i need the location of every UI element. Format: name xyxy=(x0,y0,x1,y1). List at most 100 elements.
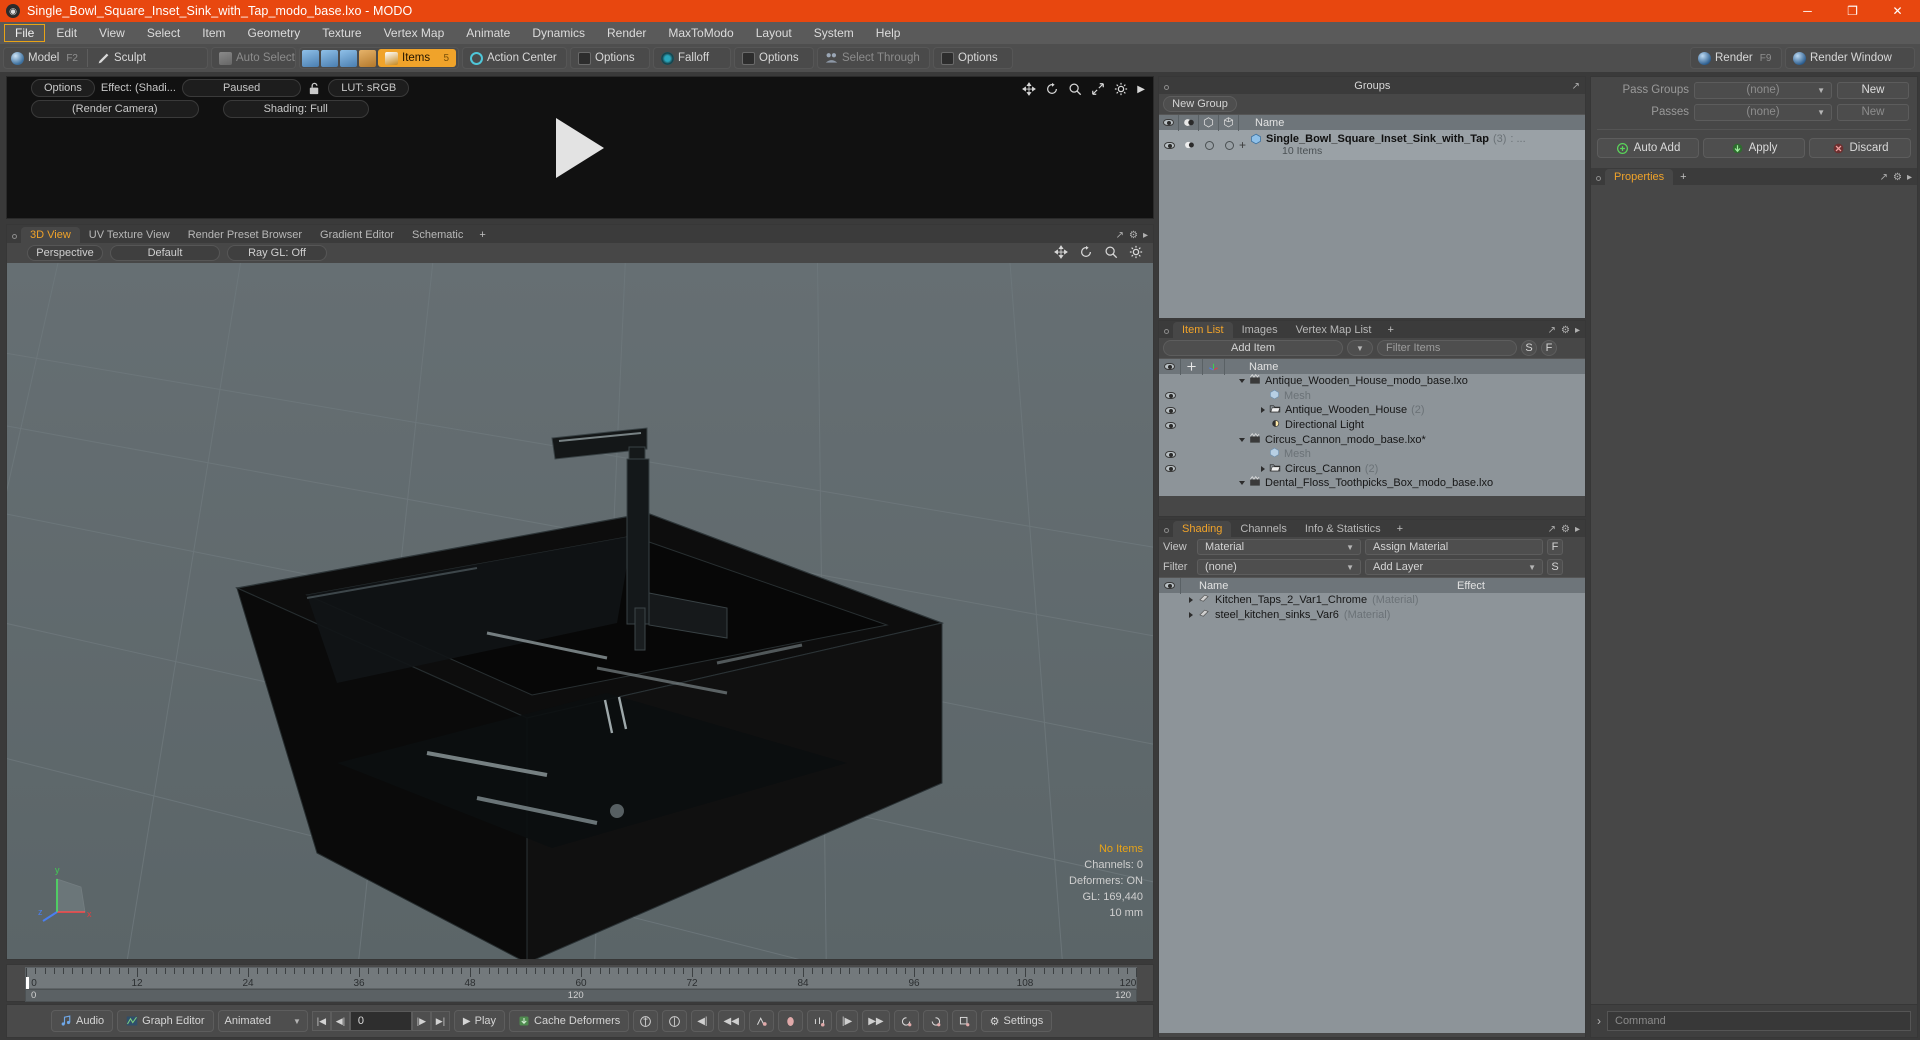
expand-icon-groups[interactable]: ↗ xyxy=(1572,81,1580,92)
item-list-panel-menu-icon[interactable] xyxy=(1164,329,1169,334)
options-button-1[interactable]: Options xyxy=(571,48,642,68)
menu-geometry[interactable]: Geometry xyxy=(237,24,312,42)
tab-shading[interactable]: Shading xyxy=(1173,521,1232,537)
item-list-row[interactable]: Antique_Wooden_House (2) xyxy=(1159,403,1585,418)
zoom-icon[interactable] xyxy=(1068,82,1082,96)
key-delete-button[interactable] xyxy=(662,1010,688,1032)
add-layer-button[interactable]: Add Layer ▼ xyxy=(1365,559,1543,575)
add-item-button[interactable]: Add Item xyxy=(1163,340,1343,356)
step-forward-button[interactable]: |▶ xyxy=(411,1011,431,1031)
gear-icon-item-list[interactable]: ⚙ xyxy=(1561,325,1570,336)
graph-editor-button[interactable]: Graph Editor xyxy=(117,1010,214,1032)
new-group-button[interactable]: New Group xyxy=(1163,96,1237,112)
fit-icon[interactable] xyxy=(1091,82,1105,96)
go-to-start-button[interactable]: |◀ xyxy=(311,1011,331,1031)
collapse-triangle-icon[interactable] xyxy=(1239,379,1245,384)
auto-add-button[interactable]: Auto Add xyxy=(1597,138,1699,158)
menu-maxtomodo[interactable]: MaxToModo xyxy=(657,24,744,42)
item-list-row[interactable]: Dental_Floss_Toothpicks_Box_modo_base.lx… xyxy=(1159,476,1585,491)
passes-select[interactable]: (none) ▼ xyxy=(1694,103,1832,121)
current-frame-field[interactable]: 0 xyxy=(349,1011,412,1031)
pass-groups-new-button[interactable]: New xyxy=(1837,81,1909,99)
zoom-icon-viewport[interactable] xyxy=(1104,245,1118,259)
shading-list-row[interactable]: steel_kitchen_sinks_Var6 (Material) xyxy=(1159,608,1585,623)
tab-add-item-list[interactable]: + xyxy=(1380,322,1400,338)
expand-plus-icon[interactable]: + xyxy=(1239,138,1246,152)
menu-layout[interactable]: Layout xyxy=(745,24,803,42)
menu-system[interactable]: System xyxy=(803,24,865,42)
row-wire-toggle[interactable] xyxy=(1224,140,1234,150)
chevron-right-icon-item-list[interactable]: ▸ xyxy=(1575,325,1580,336)
discard-button[interactable]: Discard xyxy=(1809,138,1911,158)
tab-item-list[interactable]: Item List xyxy=(1173,322,1233,338)
perspective-button[interactable]: Perspective xyxy=(27,245,103,261)
shading-mode-button[interactable]: Shading: Full xyxy=(222,100,369,118)
expand-icon-shading[interactable]: ↗ xyxy=(1548,524,1556,535)
expand-triangle-icon[interactable] xyxy=(1189,597,1193,604)
options-button-3[interactable]: Options xyxy=(934,48,1005,68)
next-key-button[interactable]: |▶ xyxy=(835,1010,859,1032)
gear-icon-viewport-2[interactable] xyxy=(1129,245,1143,259)
select-through-button[interactable]: Select Through xyxy=(818,48,927,68)
tab-add-shading[interactable]: + xyxy=(1390,521,1410,537)
rotate-icon-viewport[interactable] xyxy=(1079,245,1093,259)
menu-vertex-map[interactable]: Vertex Map xyxy=(373,24,456,42)
render-paused-button[interactable]: Paused xyxy=(181,79,302,97)
close-button[interactable]: ✕ xyxy=(1875,0,1920,22)
tab-uv-texture-view[interactable]: UV Texture View xyxy=(80,227,179,243)
action-center-button[interactable]: Action Center xyxy=(463,48,564,68)
tab-properties[interactable]: Properties xyxy=(1605,169,1674,185)
loop-button-1[interactable] xyxy=(893,1010,919,1032)
groups-row[interactable]: + Single_Bowl_Square_Inset_Sink_with_Tap… xyxy=(1159,130,1585,160)
item-list-row[interactable]: Directional Light xyxy=(1159,418,1585,433)
material-mode-icon[interactable] xyxy=(359,49,376,67)
tab-channels[interactable]: Channels xyxy=(1231,521,1295,537)
row-eye-icon[interactable] xyxy=(1164,465,1176,473)
expand-icon[interactable]: ↗ xyxy=(1116,230,1124,241)
animation-mode-select[interactable]: Animated ▼ xyxy=(217,1010,308,1032)
col-render-icon[interactable] xyxy=(1179,114,1199,131)
col-lock-icon-items[interactable] xyxy=(1181,358,1203,375)
timeline-panel[interactable]: 0 12 24 36 48 60 72 84 96 108 120 0 120 120 xyxy=(6,964,1154,1002)
move-icon[interactable] xyxy=(1022,82,1037,96)
expand-triangle-icon[interactable] xyxy=(1189,611,1193,618)
vertex-mode-icon[interactable] xyxy=(302,49,319,67)
chevron-right-icon-properties[interactable]: ▸ xyxy=(1907,172,1912,183)
collapse-triangle-icon[interactable] xyxy=(1239,481,1245,486)
model-mode-button[interactable]: Model F2 xyxy=(4,48,85,68)
prev-key-button-2[interactable]: ◀◀ xyxy=(717,1010,745,1032)
menu-render[interactable]: Render xyxy=(596,24,657,42)
tab-vertex-map-list[interactable]: Vertex Map List xyxy=(1287,322,1381,338)
shading-list-empty-area[interactable] xyxy=(1159,622,1585,1033)
menu-edit[interactable]: Edit xyxy=(45,24,88,42)
item-list-row[interactable]: Circus_Cannon_modo_base.lxo* xyxy=(1159,432,1585,447)
apply-button[interactable]: Apply xyxy=(1703,138,1805,158)
item-list-rows[interactable]: Antique_Wooden_House_modo_base.lxo Mesh An… xyxy=(1159,374,1585,496)
minimize-button[interactable]: ─ xyxy=(1785,0,1830,22)
menu-item[interactable]: Item xyxy=(191,24,236,42)
next-key-button-2[interactable]: ▶▶ xyxy=(862,1010,890,1032)
row-eye-icon[interactable] xyxy=(1164,406,1176,414)
gear-icon-shading[interactable]: ⚙ xyxy=(1561,524,1570,535)
groups-list-body[interactable]: + Single_Bowl_Square_Inset_Sink_with_Tap… xyxy=(1159,130,1585,318)
expand-triangle-icon[interactable] xyxy=(1261,407,1265,414)
loop-button-2[interactable] xyxy=(922,1010,948,1032)
key-create-button[interactable] xyxy=(633,1010,659,1032)
auto-select-button[interactable]: Auto Select xyxy=(212,48,302,68)
col-eye-icon-shading[interactable] xyxy=(1159,577,1181,594)
maximize-button[interactable]: ❐ xyxy=(1830,0,1875,22)
col-eye-icon-items[interactable] xyxy=(1159,358,1181,375)
gear-icon-properties[interactable]: ⚙ xyxy=(1893,172,1902,183)
falloff-button[interactable]: Falloff xyxy=(654,48,716,68)
audio-button[interactable]: Audio xyxy=(51,1010,114,1032)
cache-deformers-button[interactable]: Cache Deformers xyxy=(509,1010,630,1032)
filter-f-button[interactable]: F xyxy=(1541,340,1557,356)
options-button-2[interactable]: Options xyxy=(735,48,806,68)
row-eye-icon[interactable] xyxy=(1163,141,1175,149)
expand-triangle-icon[interactable] xyxy=(1261,465,1265,472)
filter-items-input[interactable]: Filter Items xyxy=(1377,340,1517,356)
tab-gradient-editor[interactable]: Gradient Editor xyxy=(311,227,403,243)
prev-key-button[interactable]: ◀| xyxy=(691,1010,714,1032)
key-group-button[interactable] xyxy=(806,1010,832,1032)
unlock-icon[interactable] xyxy=(307,81,322,96)
